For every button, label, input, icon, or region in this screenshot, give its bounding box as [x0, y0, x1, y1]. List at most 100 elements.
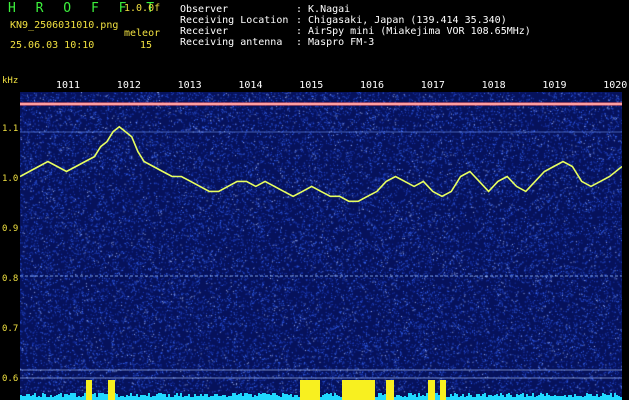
band-bar — [286, 394, 288, 400]
band-bar — [256, 396, 258, 400]
band-bar — [562, 396, 564, 400]
bottom-band — [20, 380, 622, 400]
band-bar — [216, 394, 218, 400]
band-bar — [398, 395, 400, 400]
band-bar — [510, 395, 512, 400]
band-bar — [482, 394, 484, 400]
band-bar — [32, 395, 34, 400]
band-bar — [594, 396, 596, 400]
band-bar — [576, 396, 578, 400]
band-bar — [202, 396, 204, 400]
band-bar — [418, 393, 420, 400]
band-bar — [420, 396, 422, 400]
band-bar — [104, 394, 106, 400]
band-bar — [460, 396, 462, 400]
count-label: 15 — [140, 40, 153, 51]
band-bar — [180, 393, 182, 400]
band-bar — [102, 393, 104, 400]
band-bar — [560, 396, 562, 400]
band-bar — [20, 395, 22, 400]
band-bar — [230, 396, 232, 400]
band-bar — [552, 396, 554, 400]
band-bar — [574, 394, 576, 400]
band-bar — [100, 393, 102, 400]
band-bar — [220, 396, 222, 400]
band-bar — [610, 393, 612, 400]
band-bar — [158, 393, 160, 400]
header-panel: H R O F F T 1.0.0f KN9_2506031010.png me… — [0, 0, 629, 75]
band-bar — [408, 393, 410, 400]
band-bar — [538, 395, 540, 400]
band-bar — [194, 394, 196, 400]
band-bar — [200, 394, 202, 400]
band-bar — [250, 394, 252, 400]
band-bar — [476, 394, 478, 400]
band-bar — [204, 394, 206, 400]
band-bar — [82, 396, 84, 400]
band-bar — [382, 395, 384, 400]
antenna-label: Receiving antenna — [180, 37, 283, 48]
band-bar — [540, 393, 542, 400]
band-bar — [92, 394, 94, 400]
band-bar — [596, 394, 598, 400]
band-bar — [232, 393, 234, 400]
band-bar — [70, 393, 72, 400]
band-bar — [276, 395, 278, 400]
band-bar — [234, 393, 236, 400]
band-bar — [196, 396, 198, 400]
x-tick-label: 1011 — [56, 80, 81, 91]
echo-burst — [108, 380, 115, 400]
version-label: 1.0.0f — [124, 3, 161, 14]
band-bar — [590, 394, 592, 400]
y-axis-unit: kHz — [2, 76, 19, 86]
y-tick-label: 1.1 — [2, 124, 19, 134]
band-bar — [330, 393, 332, 400]
x-tick-label: 1017 — [420, 80, 445, 91]
band-bar — [606, 395, 608, 400]
band-bar — [184, 396, 186, 400]
band-bar — [24, 396, 26, 400]
band-bar — [270, 395, 272, 400]
echo-burst — [86, 380, 92, 400]
band-bar — [262, 393, 264, 400]
band-bar — [136, 394, 138, 400]
x-tick-label: 1013 — [177, 80, 202, 91]
band-bar — [334, 393, 336, 400]
band-bar — [248, 394, 250, 400]
band-bar — [592, 396, 594, 400]
band-bar — [132, 396, 134, 400]
echo-burst — [440, 380, 446, 400]
band-bar — [426, 393, 428, 400]
echo-burst — [342, 380, 375, 400]
band-bar — [188, 394, 190, 400]
band-bar — [140, 395, 142, 400]
band-bar — [72, 393, 74, 400]
band-bar — [338, 396, 340, 400]
band-bar — [152, 396, 154, 400]
band-bar — [68, 395, 70, 400]
band-bar — [56, 395, 58, 400]
x-tick-label: 1012 — [116, 80, 141, 91]
band-bar — [494, 395, 496, 400]
x-tick-label: 1018 — [481, 80, 506, 91]
band-bar — [544, 396, 546, 400]
x-tick-label: 1020 — [603, 80, 628, 91]
band-bar — [186, 396, 188, 400]
band-bar — [38, 396, 40, 400]
band-bar — [462, 394, 464, 400]
band-bar — [244, 393, 246, 400]
band-bar — [64, 394, 66, 400]
band-bar — [214, 394, 216, 400]
echo-burst — [386, 380, 394, 400]
band-bar — [528, 396, 530, 400]
band-bar — [520, 394, 522, 400]
band-bar — [522, 393, 524, 400]
band-bar — [290, 394, 292, 400]
band-bar — [30, 396, 32, 400]
band-bar — [614, 393, 616, 400]
band-bar — [168, 394, 170, 400]
band-bar — [332, 396, 334, 400]
band-bar — [336, 395, 338, 400]
band-bar — [120, 396, 122, 400]
band-bar — [160, 393, 162, 400]
